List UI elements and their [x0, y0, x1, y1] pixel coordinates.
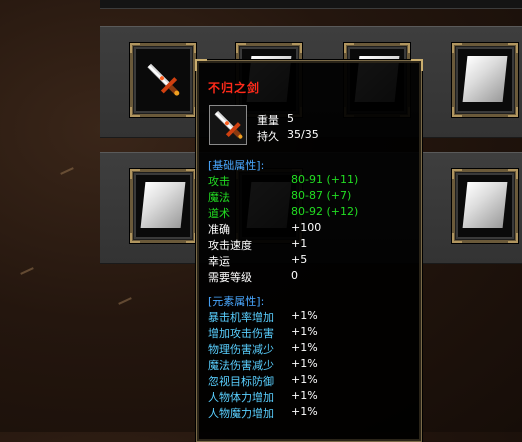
inventory-slot-8[interactable] — [452, 169, 518, 243]
item-name: 不归之剑 — [208, 81, 261, 95]
element-attr-label: 增加攻击伤害 — [208, 327, 274, 340]
scroll-icon — [462, 182, 508, 228]
element-attr-value: +1% — [291, 357, 318, 370]
base-attr-value: +1 — [291, 237, 308, 250]
element-attr-value: +1% — [291, 373, 318, 386]
inventory-slot-sword[interactable] — [130, 43, 196, 117]
base-attr-label: 魔法 — [208, 191, 230, 204]
element-attr-label: 暴击机率增加 — [208, 311, 274, 324]
element-attr-value: +1% — [291, 325, 318, 338]
element-attr-value: +1% — [291, 389, 318, 402]
stat-value-durability: 35/35 — [287, 128, 319, 141]
element-attr-section-title: [元素属性]: — [208, 295, 265, 308]
base-attr-value: 80-91 (+11) — [291, 173, 359, 186]
element-attr-label: 人物体力增加 — [208, 391, 274, 404]
inventory-slot-4[interactable] — [452, 43, 518, 117]
base-attr-label: 准确 — [208, 223, 230, 236]
base-attr-label: 道术 — [208, 207, 230, 220]
stat-value-weight: 5 — [287, 112, 294, 125]
base-attr-label: 攻击 — [208, 175, 230, 188]
sword-icon — [147, 63, 180, 96]
inventory-slot-5[interactable] — [130, 169, 196, 243]
stat-label-weight: 重量 — [257, 114, 279, 127]
base-attr-value: +5 — [291, 253, 308, 266]
top-frame-strip — [100, 0, 522, 9]
scroll-icon — [462, 56, 508, 102]
element-attr-label: 魔法伤害减少 — [208, 359, 274, 372]
base-attr-value: 0 — [291, 269, 298, 282]
element-attr-label: 忽视目标防御 — [208, 375, 274, 388]
element-attr-value: +1% — [291, 341, 318, 354]
element-attr-value: +1% — [291, 309, 318, 322]
base-attr-value: 80-87 (+7) — [291, 189, 352, 202]
stat-label-durability: 持久 — [257, 130, 279, 143]
base-attr-label: 攻击速度 — [208, 239, 252, 252]
element-attr-value: +1% — [291, 405, 318, 418]
ember-particle — [118, 297, 132, 305]
base-attr-value: +100 — [291, 221, 322, 234]
sword-icon — [214, 110, 243, 139]
base-attr-label: 需要等级 — [208, 271, 252, 284]
ember-particle — [60, 167, 74, 175]
base-attr-section-title: [基础属性]: — [208, 159, 265, 172]
base-attr-value: 80-92 (+12) — [291, 205, 359, 218]
base-attr-label: 幸运 — [208, 255, 230, 268]
scroll-icon — [140, 182, 186, 228]
element-attr-label: 人物魔力增加 — [208, 407, 274, 420]
item-tooltip: 不归之剑 重量 5 持久 35/35 [基础属性]: 攻击 80-91 (+11… — [195, 59, 423, 442]
item-icon-frame — [209, 105, 247, 145]
ember-particle — [20, 267, 34, 275]
element-attr-label: 物理伤害减少 — [208, 343, 274, 356]
